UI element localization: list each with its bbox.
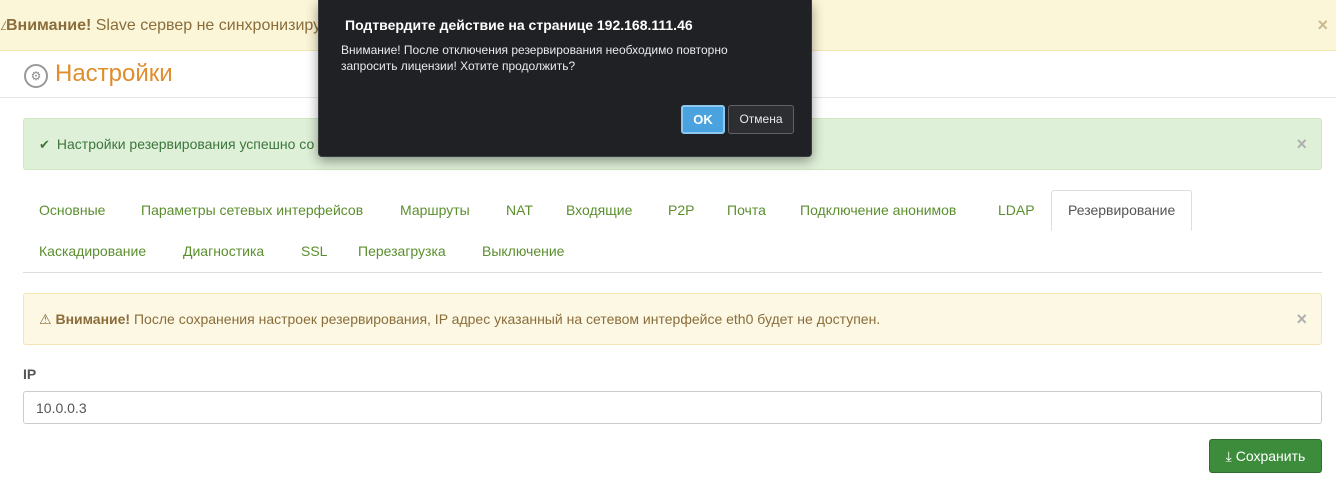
dialog-message: Внимание! После отключения резервировани…	[341, 43, 728, 73]
ok-button[interactable]: OK	[681, 105, 725, 134]
top-warning-bold: Внимание!	[6, 17, 92, 34]
tab-routes[interactable]: Маршруты	[384, 190, 486, 231]
save-button-label: Сохранить	[1235, 448, 1306, 464]
tab-mail[interactable]: Почта	[711, 190, 782, 231]
download-icon: ⤓	[1225, 448, 1232, 464]
check-icon: ✔	[39, 137, 50, 152]
tab-diagnostics[interactable]: Диагностика	[167, 231, 280, 272]
top-warning-text: Slave сервер не синхронизиру	[91, 17, 322, 34]
close-icon[interactable]: ×	[1296, 119, 1307, 169]
success-alert-text: Настройки резервирования успешно со	[56, 136, 315, 152]
tab-cascading[interactable]: Каскадирование	[23, 231, 162, 272]
ip-input[interactable]	[23, 391, 1322, 424]
ip-label: IP	[23, 366, 37, 382]
dialog-title: Подтвердите действие на странице 192.168…	[345, 17, 693, 33]
save-button[interactable]: ⤓ Сохранить	[1209, 439, 1322, 473]
close-icon[interactable]: ×	[1317, 0, 1328, 50]
tab-anonymous-connection[interactable]: Подключение анонимов	[784, 190, 972, 231]
page-title: Настройки	[55, 60, 173, 87]
tab-reboot[interactable]: Перезагрузка	[342, 231, 462, 272]
tab-basic[interactable]: Основные	[23, 190, 121, 231]
tab-incoming[interactable]: Входящие	[550, 190, 648, 231]
gears-icon: ⚙	[24, 64, 48, 88]
settings-tabs: Основные Параметры сетевых интерфейсов М…	[23, 190, 1322, 273]
tab-p2p[interactable]: P2P	[652, 190, 710, 231]
tab-redundancy[interactable]: Резервирование	[1051, 190, 1193, 231]
warning-alert-text: После сохранения настроек резервирования…	[130, 311, 881, 327]
tab-ldap[interactable]: LDAP	[982, 190, 1051, 231]
warning-alert-bold: Внимание!	[55, 311, 131, 327]
warning-alert: ⚠ Внимание! После сохранения настроек ре…	[23, 293, 1322, 345]
tab-network-interfaces[interactable]: Параметры сетевых интерфейсов	[125, 190, 379, 231]
cancel-button[interactable]: Отмена	[728, 105, 794, 134]
confirm-dialog: Подтвердите действие на странице 192.168…	[318, 0, 812, 157]
tab-nat[interactable]: NAT	[490, 190, 549, 231]
warning-icon: ⚠	[39, 311, 52, 327]
tab-shutdown[interactable]: Выключение	[466, 231, 580, 272]
close-icon[interactable]: ×	[1296, 294, 1307, 344]
tab-ssl[interactable]: SSL	[285, 231, 343, 272]
